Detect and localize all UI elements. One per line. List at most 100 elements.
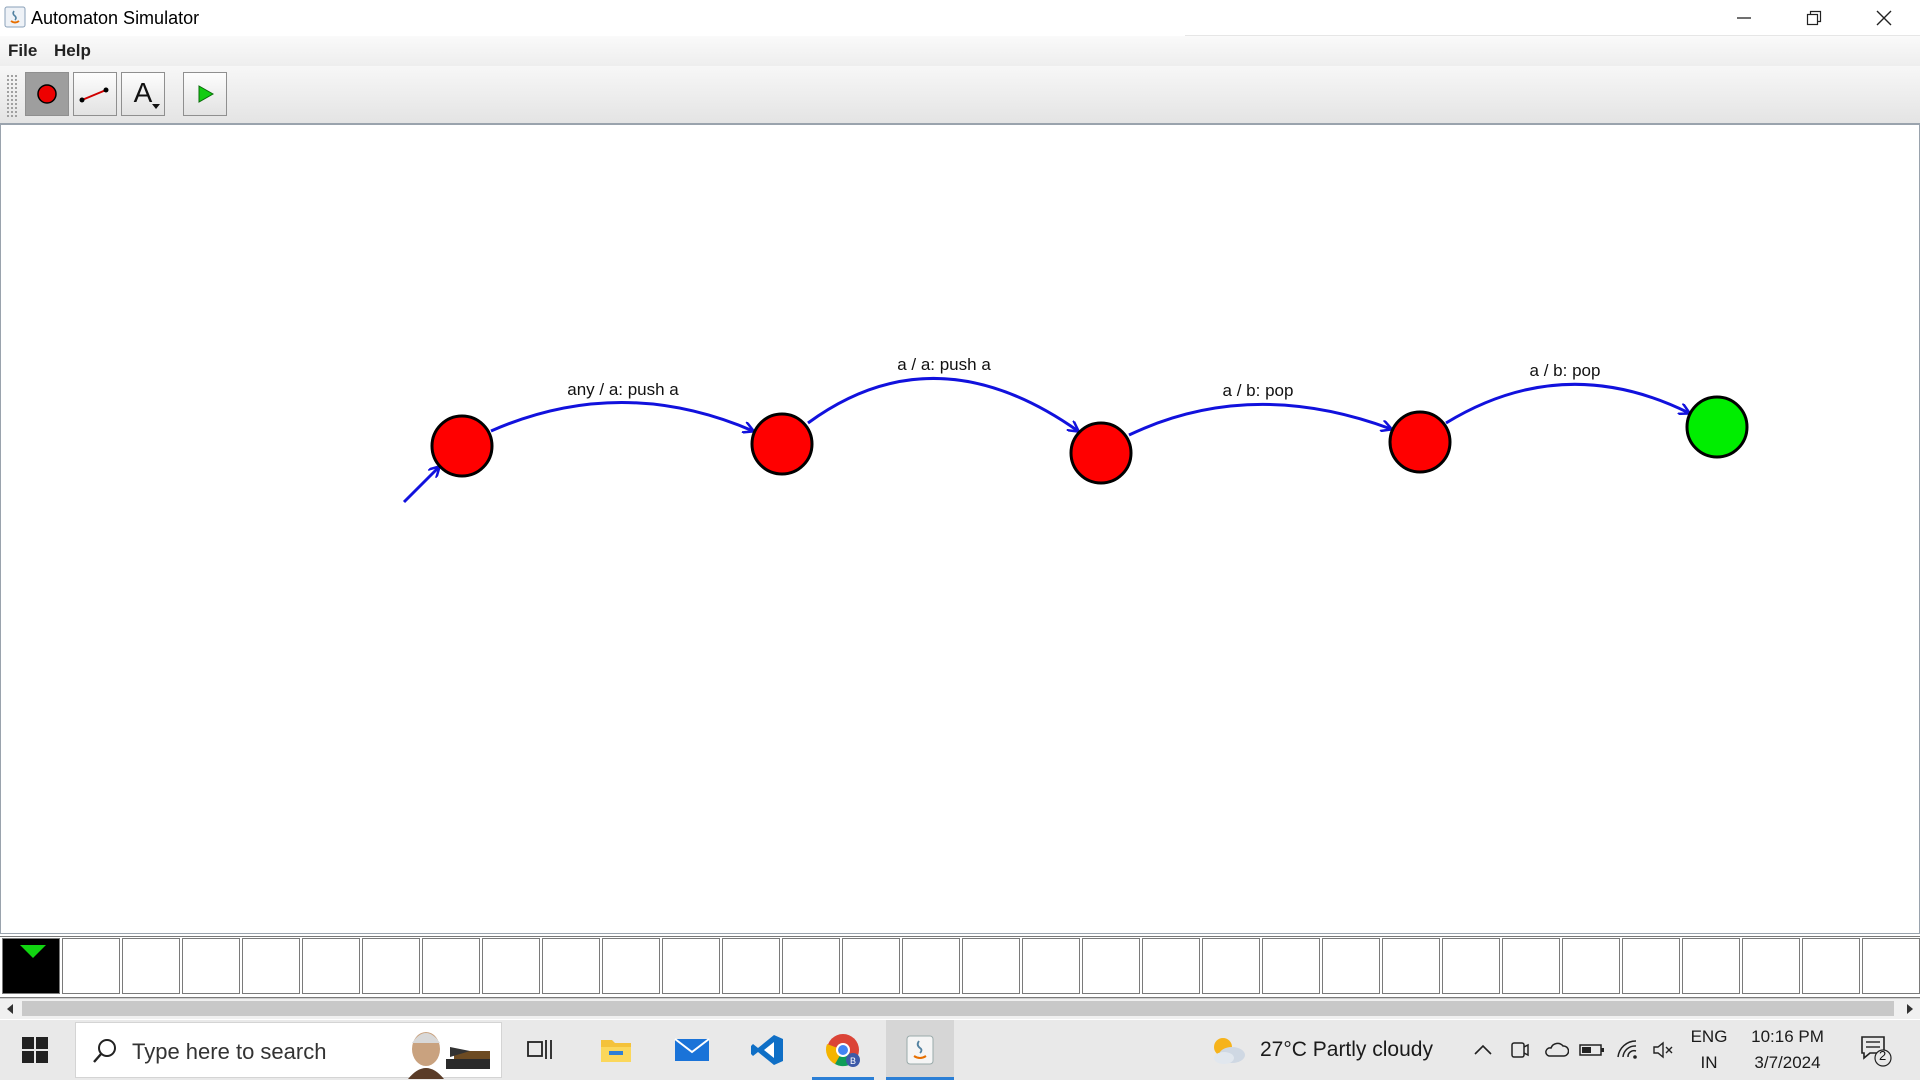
file-explorer-button[interactable] [590, 1020, 642, 1080]
tape-cell[interactable] [1262, 938, 1320, 994]
close-icon [1876, 10, 1892, 26]
tape-cell[interactable] [422, 938, 480, 994]
clock-date: 3/7/2024 [1754, 1053, 1821, 1072]
automaton-canvas[interactable]: any / a: push a a / a: push a a / b: pop… [0, 125, 1920, 934]
mail-button[interactable] [666, 1020, 718, 1080]
menu-file[interactable]: File [8, 41, 37, 61]
weather-widget[interactable]: 27°C Partly cloudy [1208, 1020, 1448, 1080]
menu-bar: File Help [0, 36, 1920, 66]
scroll-right-button[interactable] [1900, 999, 1920, 1019]
minimize-icon [1737, 17, 1751, 19]
network-button[interactable] [1612, 1020, 1644, 1080]
tape-cell[interactable] [902, 938, 960, 994]
tape-cell[interactable] [1142, 938, 1200, 994]
tape-cell[interactable] [1802, 938, 1860, 994]
tape-cell[interactable] [1862, 938, 1920, 994]
chrome-button[interactable]: B [812, 1020, 874, 1080]
tape-cell[interactable] [482, 938, 540, 994]
language-indicator[interactable]: ENG IN [1684, 1020, 1734, 1080]
input-tape [0, 936, 1920, 998]
svg-text:B: B [850, 1056, 856, 1066]
tape-cell[interactable] [1082, 938, 1140, 994]
tape-head-marker-icon [20, 945, 46, 958]
transition-tool-button[interactable] [73, 72, 117, 116]
menu-help[interactable]: Help [54, 41, 91, 61]
taskbar-search-box[interactable]: Type here to search [75, 1022, 502, 1079]
notification-icon [1861, 1036, 1892, 1067]
state-node-q0[interactable] [430, 414, 494, 478]
tape-head-cell[interactable] [2, 938, 60, 994]
scrollbar-thumb[interactable] [22, 1001, 1894, 1016]
state-circle-icon [37, 84, 57, 104]
tape-cell[interactable] [1622, 938, 1680, 994]
meet-now-button[interactable] [1504, 1020, 1534, 1080]
java-app-icon [4, 6, 26, 28]
chrome-icon: B [825, 1034, 860, 1067]
tape-cell[interactable] [1682, 938, 1740, 994]
tape-cell[interactable] [662, 938, 720, 994]
tape-cell[interactable] [242, 938, 300, 994]
transition-edge-q0-q1[interactable] [490, 401, 753, 432]
weather-text: 27°C Partly cloudy [1260, 1038, 1433, 1061]
transition-arrow-icon [79, 87, 109, 103]
transition-edge-q1-q2[interactable] [807, 377, 1078, 431]
tape-cell[interactable] [842, 938, 900, 994]
chevron-up-icon [1474, 1044, 1492, 1055]
tape-cell[interactable] [362, 938, 420, 994]
tape-cell[interactable] [1022, 938, 1080, 994]
tape-cell[interactable] [542, 938, 600, 994]
state-tool-button[interactable] [25, 72, 69, 116]
show-hidden-icons-button[interactable] [1468, 1020, 1498, 1080]
vscode-button[interactable] [741, 1020, 793, 1080]
battery-button[interactable] [1576, 1020, 1608, 1080]
cloud-icon [1545, 1042, 1569, 1057]
tape-cell[interactable] [1382, 938, 1440, 994]
transition-edge-q2-q3[interactable] [1128, 402, 1391, 437]
text-tool-button[interactable]: A [121, 72, 165, 116]
tape-cell[interactable] [722, 938, 780, 994]
tape-cell[interactable] [1202, 938, 1260, 994]
tape-cell[interactable] [782, 938, 840, 994]
state-node-q3[interactable] [1388, 410, 1452, 474]
transition-label: a / a: push a [897, 355, 991, 374]
scroll-left-button[interactable] [0, 999, 20, 1019]
notification-center-button[interactable]: 2 [1850, 1020, 1900, 1080]
tape-cell[interactable] [1322, 938, 1380, 994]
minimize-button[interactable] [1709, 0, 1779, 36]
search-highlight-illustration-icon [408, 1032, 490, 1079]
state-node-q1[interactable] [750, 412, 814, 476]
dropdown-caret-icon [152, 104, 160, 109]
tape-cell[interactable] [1742, 938, 1800, 994]
restore-icon [1806, 10, 1822, 26]
restore-button[interactable] [1779, 0, 1849, 36]
accepting-state-node-q4[interactable] [1685, 395, 1749, 459]
clock-time: 10:16 PM [1751, 1027, 1824, 1046]
tape-cell[interactable] [602, 938, 660, 994]
tape-cell[interactable] [122, 938, 180, 994]
clock[interactable]: 10:16 PM 3/7/2024 [1740, 1020, 1835, 1080]
windows-logo-icon [22, 1037, 48, 1063]
tape-cell[interactable] [1562, 938, 1620, 994]
close-button[interactable] [1849, 0, 1919, 36]
toolbar-grip[interactable] [6, 74, 18, 118]
start-button[interactable] [0, 1020, 70, 1080]
task-view-button[interactable] [515, 1020, 565, 1080]
state-node-q2[interactable] [1069, 421, 1133, 485]
region-code: IN [1700, 1053, 1718, 1072]
initial-state-arrow [402, 467, 439, 504]
transition-edge-q3-q4[interactable] [1445, 382, 1689, 425]
tape-cell[interactable] [962, 938, 1020, 994]
tape-cell[interactable] [182, 938, 240, 994]
tape-cell[interactable] [1442, 938, 1500, 994]
volume-button[interactable] [1648, 1020, 1680, 1080]
scroll-left-icon [7, 1004, 13, 1014]
java-app-taskbar-button[interactable] [886, 1020, 954, 1080]
tape-cell[interactable] [62, 938, 120, 994]
tape-cell[interactable] [302, 938, 360, 994]
run-tool-button[interactable] [183, 72, 227, 116]
tape-cell[interactable] [1502, 938, 1560, 994]
search-icon [93, 1039, 116, 1063]
onedrive-button[interactable] [1540, 1020, 1572, 1080]
vscode-icon [751, 1035, 783, 1065]
horizontal-scrollbar[interactable] [0, 998, 1920, 1019]
